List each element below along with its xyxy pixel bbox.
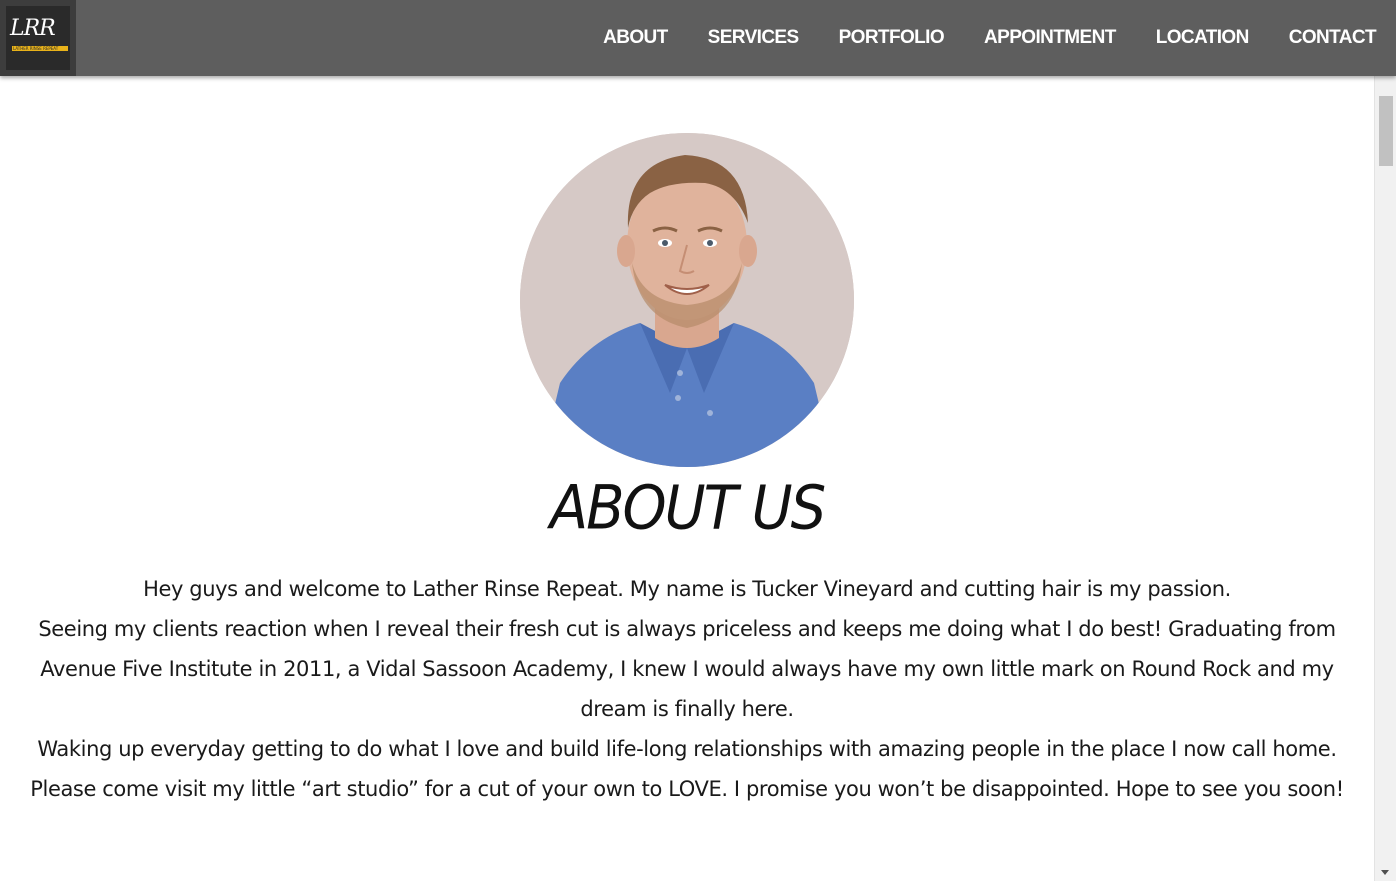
portrait-illustration (520, 133, 854, 467)
page-scrollbar[interactable] (1374, 76, 1396, 881)
nav-link-services[interactable]: SERVICES (708, 27, 800, 49)
about-paragraph: Waking up everyday getting to do what I … (37, 737, 1337, 761)
about-body: Hey guys and welcome to Lather Rinse Rep… (0, 569, 1374, 809)
about-paragraph: Hey guys and welcome to Lather Rinse Rep… (143, 577, 1231, 601)
nav-link-location[interactable]: LOCATION (1156, 27, 1250, 49)
scroll-down-arrow-icon[interactable] (1381, 870, 1389, 875)
scrollbar-thumb[interactable] (1379, 96, 1393, 166)
about-section: ABOUT US Hey guys and welcome to Lather … (0, 76, 1374, 881)
site-logo[interactable]: LRR LATHER RINSE REPEAT (0, 0, 76, 76)
nav-link-contact[interactable]: CONTACT (1289, 27, 1377, 49)
logo-tagline: LATHER RINSE REPEAT (13, 46, 59, 51)
top-navbar: LRR LATHER RINSE REPEAT ABOUT SERVICES P… (0, 0, 1396, 76)
about-paragraph: Please come visit my little “art studio”… (30, 777, 1344, 801)
main-nav: ABOUT SERVICES PORTFOLIO APPOINTMENT LOC… (563, 0, 1377, 76)
nav-link-portfolio[interactable]: PORTFOLIO (839, 27, 945, 49)
nav-link-about[interactable]: ABOUT (603, 27, 668, 49)
nav-link-appointment[interactable]: APPOINTMENT (984, 27, 1116, 49)
owner-portrait (520, 133, 854, 467)
about-paragraph: Seeing my clients reaction when I reveal… (38, 617, 1336, 721)
about-heading: ABOUT US (549, 473, 826, 544)
logo-mark: LRR LATHER RINSE REPEAT (6, 6, 70, 70)
logo-text: LRR (10, 16, 56, 41)
